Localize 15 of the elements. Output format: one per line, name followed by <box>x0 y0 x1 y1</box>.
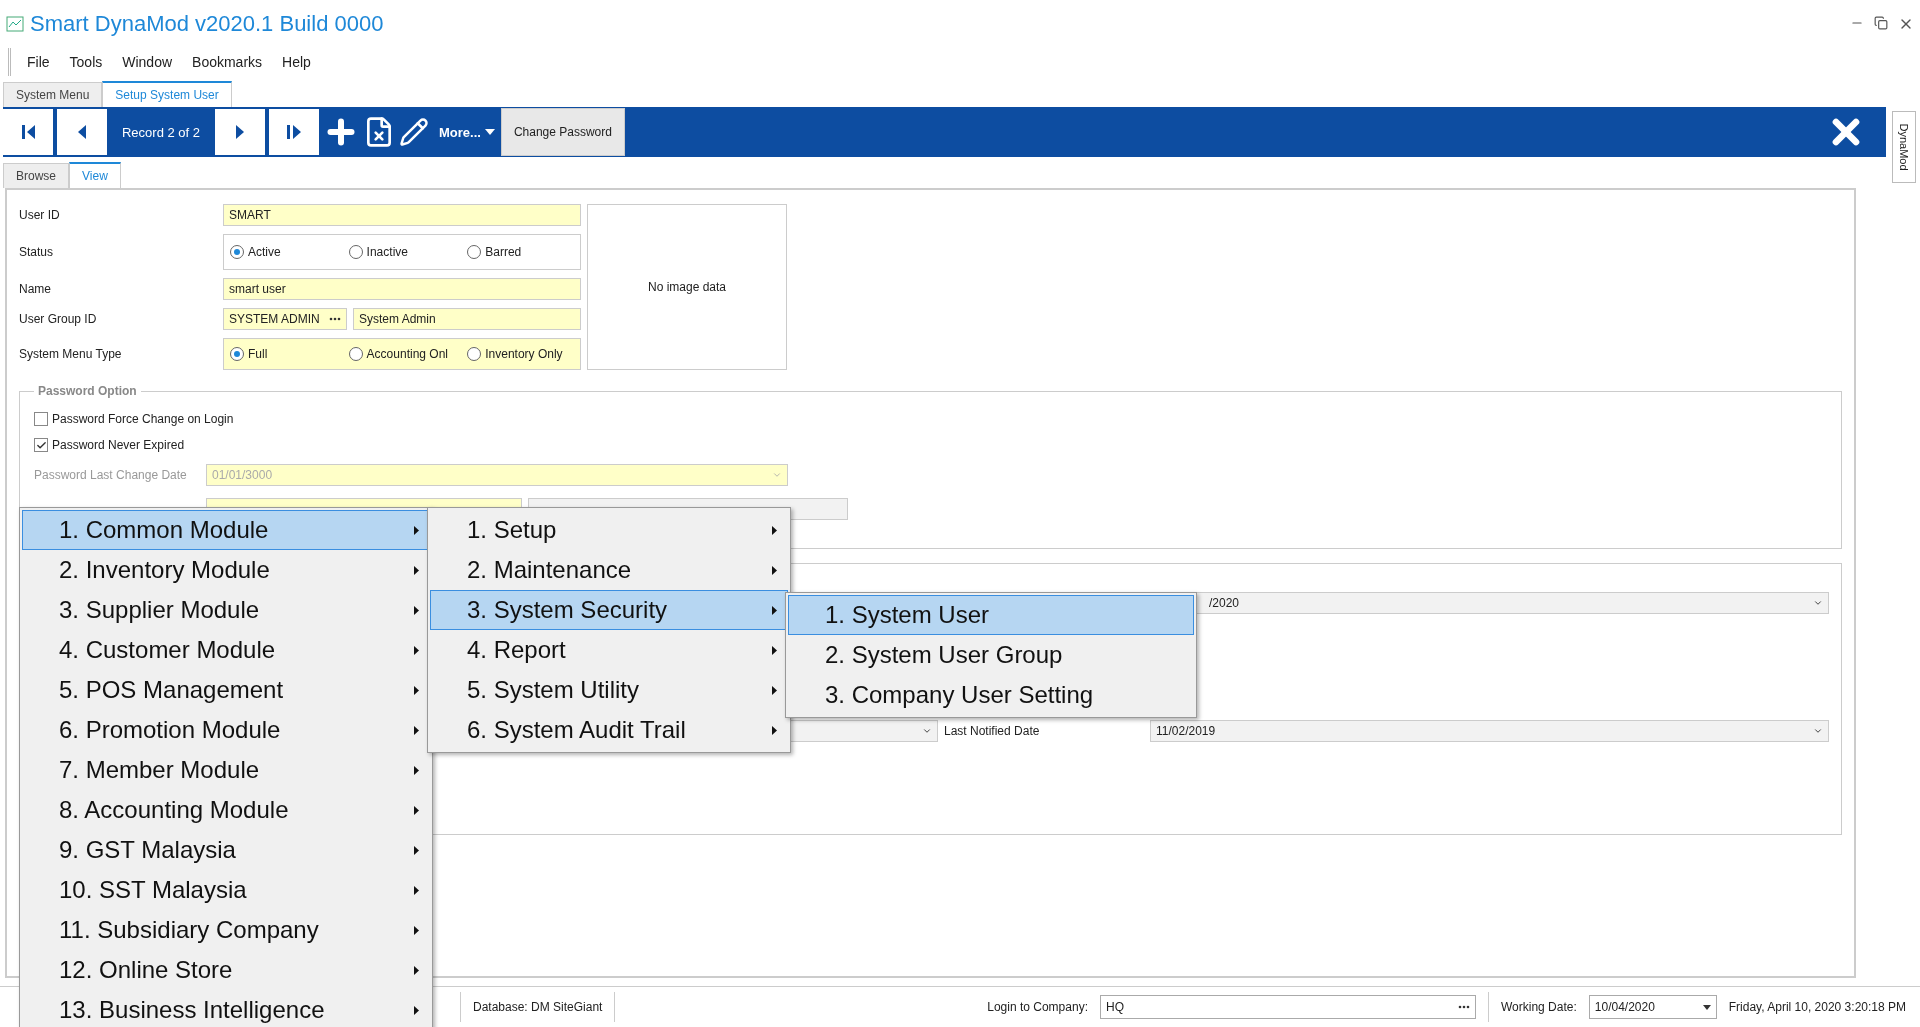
company-label: Login to Company: <box>986 999 1089 1016</box>
record-counter: Record 2 of 2 <box>120 124 201 140</box>
field-label: System Menu Type <box>19 347 123 361</box>
database-label: Database: DM SiteGiant <box>460 992 615 1022</box>
group-title: Password Option <box>37 384 138 398</box>
field-label: User Group ID <box>19 312 98 326</box>
window-title: Smart DynaMod v2020.1 Build 0000 <box>30 11 384 37</box>
field-label: Name <box>19 282 52 296</box>
field-label: Last Notified Date <box>944 724 1041 738</box>
field-label: Password Last Change Date <box>34 468 188 482</box>
group-description-field: System Admin <box>353 308 581 330</box>
field-label: User ID <box>19 208 61 222</box>
date-time-label: Friday, April 10, 2020 3:20:18 PM <box>1727 999 1907 1016</box>
working-date-label: Working Date: <box>1487 992 1589 1022</box>
field-label: Status <box>19 245 55 259</box>
